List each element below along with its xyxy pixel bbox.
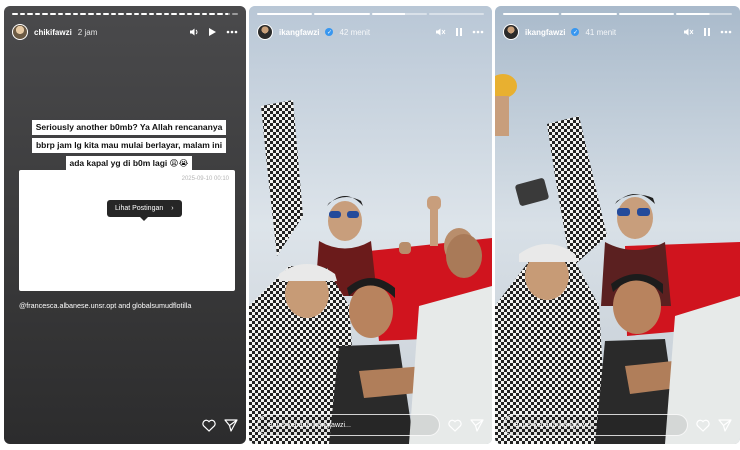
verified-badge-icon: ✓ — [325, 28, 334, 36]
send-icon[interactable] — [470, 418, 484, 432]
story-header: ikangfawzi ✓ 42 menit — [257, 22, 484, 42]
speaker-icon[interactable] — [189, 27, 199, 37]
view-post-button[interactable]: Lihat Postingan › — [107, 200, 182, 221]
heart-icon[interactable] — [202, 419, 216, 432]
verified-badge-icon: ✓ — [571, 28, 580, 36]
heart-icon[interactable] — [696, 419, 710, 432]
pause-icon[interactable] — [703, 27, 711, 37]
play-icon[interactable] — [208, 27, 217, 37]
story-header: chikifawzi 2 jam — [12, 22, 238, 42]
story-time: 41 menit — [585, 27, 617, 37]
caption-line: Seriously another b0mb? Ya Allah rencana… — [31, 120, 227, 135]
story-footer — [12, 414, 238, 436]
reply-input[interactable]: Balas kepada ikangfawzi... — [257, 414, 440, 436]
mention-text[interactable]: @francesca.albanese.unsr.opt and globals… — [19, 301, 246, 310]
more-icon[interactable] — [472, 30, 484, 34]
story-panel-ikangfawzi-1[interactable]: ikangfawzi ✓ 42 menit Balas kepada ikang… — [249, 6, 492, 444]
more-icon[interactable] — [720, 30, 732, 34]
avatar[interactable] — [257, 24, 273, 40]
story-panel-chikifawzi[interactable]: chikifawzi 2 jam Seriously another b0mb?… — [4, 6, 246, 444]
avatar[interactable] — [503, 24, 519, 40]
story-progress-bar — [503, 13, 732, 15]
story-header: ikangfawzi ✓ 41 menit — [503, 22, 732, 42]
caption-line: bbrp jam lg kita mau mulai berlayar, mal… — [31, 138, 227, 153]
story-progress-bar — [257, 13, 484, 15]
story-username[interactable]: ikangfawzi — [525, 28, 565, 37]
mute-icon[interactable] — [435, 27, 446, 37]
story-caption: Seriously another b0mb? Ya Allah rencana… — [22, 117, 236, 171]
send-icon[interactable] — [224, 418, 238, 432]
chevron-right-icon: › — [171, 205, 174, 212]
shared-post-card[interactable]: 2025-09-10 00:10 Lihat Postingan › — [19, 170, 235, 291]
story-footer: Balas kepada ikangfawzi... — [257, 414, 484, 436]
story-progress-bar — [12, 13, 238, 15]
story-photo — [249, 6, 492, 444]
post-date: 2025-09-10 00:10 — [181, 176, 229, 182]
story-username[interactable]: chikifawzi — [34, 28, 72, 37]
send-icon[interactable] — [718, 418, 732, 432]
reply-input[interactable]: Balas kepada ikangfawzi... — [503, 414, 688, 436]
avatar[interactable] — [12, 24, 28, 40]
view-post-label: Lihat Postingan — [115, 205, 164, 212]
story-panel-ikangfawzi-2[interactable]: ikangfawzi ✓ 41 menit Balas kepada ikang… — [495, 6, 740, 444]
story-photo — [495, 6, 740, 444]
story-username[interactable]: ikangfawzi — [279, 28, 319, 37]
pause-icon[interactable] — [455, 27, 463, 37]
more-icon[interactable] — [226, 30, 238, 34]
story-time: 2 jam — [77, 27, 98, 37]
story-footer: Balas kepada ikangfawzi... — [503, 414, 732, 436]
caption-line: ada kapal yg di b0m lagi 😩😭 — [65, 156, 193, 171]
mute-icon[interactable] — [683, 27, 694, 37]
story-time: 42 menit — [339, 27, 371, 37]
heart-icon[interactable] — [448, 419, 462, 432]
